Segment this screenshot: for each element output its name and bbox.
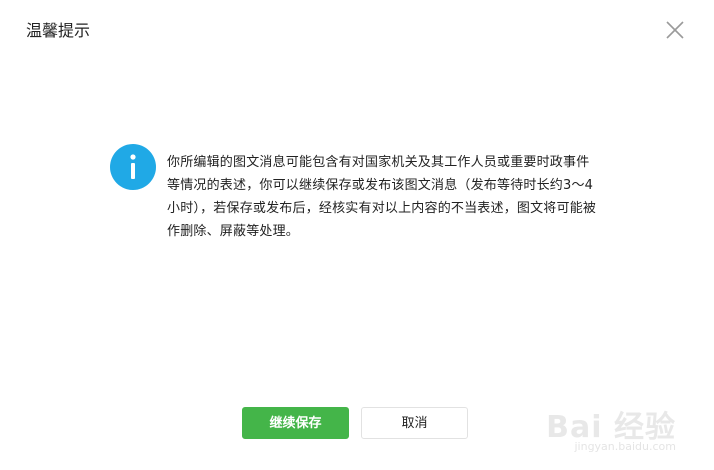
dialog-title: 温馨提示 xyxy=(26,21,91,40)
close-button[interactable] xyxy=(664,19,686,41)
dialog-message: 你所编辑的图文消息可能包含有对国家机关及其工作人员或重要时政事件等情况的表述，你… xyxy=(167,155,597,239)
watermark-url: jingyan.baidu.com xyxy=(574,440,676,453)
warm-tip-dialog: 温馨提示 你所编辑的图文消息可能包含有对国家机关及其工作人员或重要时政事件等情况… xyxy=(0,0,714,470)
baidu-jingyan-watermark: Bai 经验 jingyan.baidu.com xyxy=(546,402,676,462)
cancel-button[interactable]: 取消 xyxy=(361,407,468,439)
info-icon xyxy=(110,144,156,190)
continue-save-button[interactable]: 继续保存 xyxy=(242,407,349,439)
close-icon xyxy=(666,21,684,39)
